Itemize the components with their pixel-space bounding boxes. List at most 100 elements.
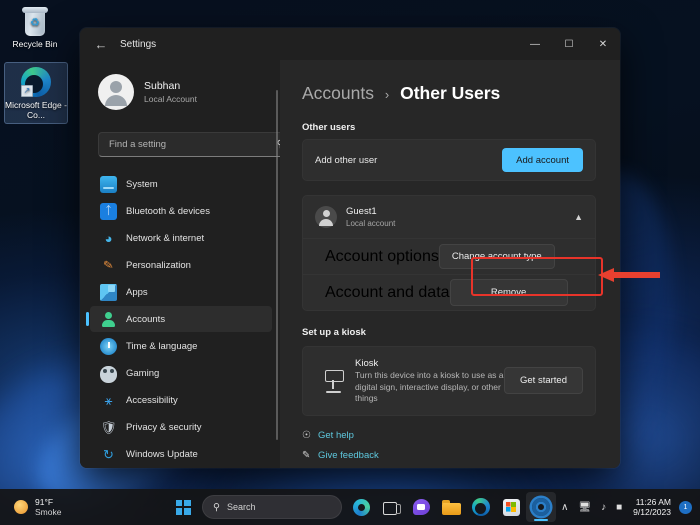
remove-button[interactable]: Remove bbox=[449, 279, 568, 306]
account-and-data-row: Account and data Remove bbox=[303, 274, 595, 310]
sidebar-item-bluetooth-devices[interactable]: ᛏ Bluetooth & devices bbox=[90, 198, 272, 224]
volume-tray-icon[interactable]: ♪ bbox=[601, 502, 606, 513]
maximize-icon: ☐ bbox=[564, 38, 574, 50]
settings-gear-icon bbox=[532, 498, 550, 516]
recycle-bin-icon: ♻ bbox=[22, 6, 48, 36]
sidebar-item-label: System bbox=[126, 178, 158, 190]
battery-tray-icon[interactable]: ■ bbox=[616, 502, 622, 513]
sidebar-item-privacy-security[interactable]: 🛡 Privacy & security bbox=[90, 414, 272, 440]
avatar bbox=[315, 206, 337, 228]
breadcrumb-parent[interactable]: Accounts bbox=[302, 83, 374, 103]
search-input[interactable] bbox=[107, 138, 277, 151]
sidebar-scrollbar[interactable] bbox=[276, 90, 278, 440]
sidebar-item-label: Apps bbox=[126, 286, 148, 298]
profile-account-type: Local Account bbox=[144, 93, 197, 104]
file-explorer-button[interactable] bbox=[436, 492, 466, 522]
add-account-button[interactable]: Add account bbox=[502, 148, 583, 172]
copilot-button[interactable] bbox=[346, 492, 376, 522]
personalization-icon: ✎ bbox=[102, 256, 115, 273]
gaming-icon bbox=[100, 366, 117, 383]
user-profile[interactable]: Subhan Local Account bbox=[80, 60, 280, 118]
apps-icon bbox=[100, 283, 117, 301]
sidebar-item-gaming[interactable]: Gaming bbox=[90, 360, 272, 386]
taskbar-center: ⚲ Search bbox=[168, 489, 556, 525]
main-content: Accounts › Other Users Other users Add o… bbox=[280, 60, 620, 468]
task-view-icon bbox=[382, 500, 401, 515]
desktop-icon-recycle-bin[interactable]: ♻ Recycle Bin bbox=[4, 6, 66, 49]
section-title-kiosk: Set up a kiosk bbox=[302, 327, 366, 338]
sidebar-item-label: Gaming bbox=[126, 367, 160, 379]
sidebar-item-accounts[interactable]: Accounts bbox=[86, 306, 272, 332]
sidebar-item-personalization[interactable]: ✎ Personalization bbox=[90, 252, 272, 278]
sidebar-item-accessibility[interactable]: ⚹ Accessibility bbox=[90, 387, 272, 413]
search-box[interactable]: ⚲ bbox=[98, 132, 293, 157]
back-arrow-icon: ← bbox=[94, 36, 108, 52]
weather-widget[interactable]: 91°F Smoke bbox=[14, 497, 134, 518]
help-icon: ☉ bbox=[302, 429, 311, 441]
network-tray-icon[interactable]: 🖥 bbox=[578, 502, 591, 513]
sidebar-item-apps[interactable]: Apps bbox=[90, 279, 272, 305]
give-feedback-link[interactable]: ✎ Give feedback bbox=[302, 450, 596, 461]
profile-name: Subhan bbox=[144, 79, 181, 92]
microsoft-edge-icon: ↗ bbox=[21, 67, 51, 97]
add-other-user-label: Add other user bbox=[315, 154, 378, 166]
get-help-link[interactable]: ☉ Get help bbox=[302, 430, 596, 441]
add-other-user-row: Add other user Add account bbox=[303, 140, 595, 180]
tray-chevron-up-icon[interactable]: ∧ bbox=[561, 502, 568, 513]
task-view-button[interactable] bbox=[376, 492, 406, 522]
settings-button[interactable] bbox=[526, 492, 556, 522]
sidebar-item-time-language[interactable]: Time & language bbox=[90, 333, 272, 359]
sidebar-item-network-internet[interactable]: ◕ Network & internet bbox=[90, 225, 272, 251]
network-icon: ◕ bbox=[104, 230, 113, 246]
notification-badge[interactable]: 1 bbox=[679, 500, 692, 514]
back-button[interactable]: ← bbox=[86, 31, 116, 57]
shield-icon: 🛡 bbox=[100, 419, 117, 435]
chat-button[interactable] bbox=[406, 492, 436, 522]
microsoft-store-icon bbox=[502, 498, 520, 516]
section-title-other-users: Other users bbox=[302, 122, 356, 133]
clock-date: 9/12/2023 bbox=[633, 506, 671, 517]
sidebar: Subhan Local Account ⚲ System ᛏ Bluetoot… bbox=[80, 60, 293, 468]
window-title: Settings bbox=[120, 38, 157, 50]
desktop-icon-microsoft-edge[interactable]: ↗ Microsoft Edge - Co... bbox=[4, 62, 68, 124]
taskbar-search[interactable]: ⚲ Search bbox=[202, 495, 342, 519]
sidebar-item-label: Accessibility bbox=[126, 394, 178, 406]
sidebar-item-system[interactable]: System bbox=[90, 171, 272, 197]
sidebar-item-label: Privacy & security bbox=[126, 421, 202, 433]
guest-account-type: Local account bbox=[346, 218, 396, 228]
window-controls: — ☐ ✕ bbox=[518, 28, 620, 60]
system-tray: ∧ 🖥 ♪ ■ 11:26 AM 9/12/2023 1 bbox=[556, 489, 692, 525]
sidebar-nav: System ᛏ Bluetooth & devices ◕ Network &… bbox=[80, 171, 280, 467]
update-icon: ↻ bbox=[103, 446, 114, 462]
sun-icon bbox=[14, 500, 28, 514]
clock-time: 11:26 AM bbox=[635, 496, 671, 507]
guest-account-header[interactable]: Guest1 Local account ▲ bbox=[303, 196, 595, 238]
close-icon: ✕ bbox=[598, 38, 608, 50]
taskbar: 91°F Smoke ⚲ Search ∧ 🖥 ♪ ■ 11:26 AM 9/1… bbox=[0, 489, 700, 525]
time-icon bbox=[100, 337, 117, 355]
sidebar-item-windows-update[interactable]: ↻ Windows Update bbox=[90, 441, 272, 467]
minimize-button[interactable]: — bbox=[518, 28, 552, 60]
maximize-button[interactable]: ☐ bbox=[552, 28, 586, 60]
accessibility-icon: ⚹ bbox=[104, 392, 113, 408]
sidebar-item-label: Bluetooth & devices bbox=[126, 205, 210, 217]
accounts-icon bbox=[100, 311, 117, 328]
breadcrumb: Accounts › Other Users bbox=[302, 82, 596, 106]
start-button[interactable] bbox=[168, 492, 198, 522]
account-options-label: Account options bbox=[325, 247, 439, 265]
get-started-button[interactable]: Get started bbox=[504, 367, 583, 395]
store-button[interactable] bbox=[496, 492, 526, 522]
desktop-icon-label: Recycle Bin bbox=[12, 39, 58, 49]
system-icon bbox=[100, 175, 117, 193]
change-account-type-button[interactable]: Change account type bbox=[438, 244, 555, 269]
add-other-user-card: Add other user Add account bbox=[302, 139, 596, 181]
edge-button[interactable] bbox=[466, 492, 496, 522]
chevron-up-icon[interactable]: ▲ bbox=[574, 212, 583, 222]
give-feedback-label: Give feedback bbox=[318, 449, 379, 461]
sidebar-item-label: Windows Update bbox=[126, 448, 198, 460]
sidebar-item-label: Accounts bbox=[126, 313, 166, 325]
window-titlebar: ← Settings — ☐ ✕ bbox=[80, 28, 620, 60]
close-button[interactable]: ✕ bbox=[586, 28, 620, 60]
clock[interactable]: 11:26 AM 9/12/2023 bbox=[633, 497, 671, 518]
weather-temperature: 91°F bbox=[35, 496, 54, 507]
